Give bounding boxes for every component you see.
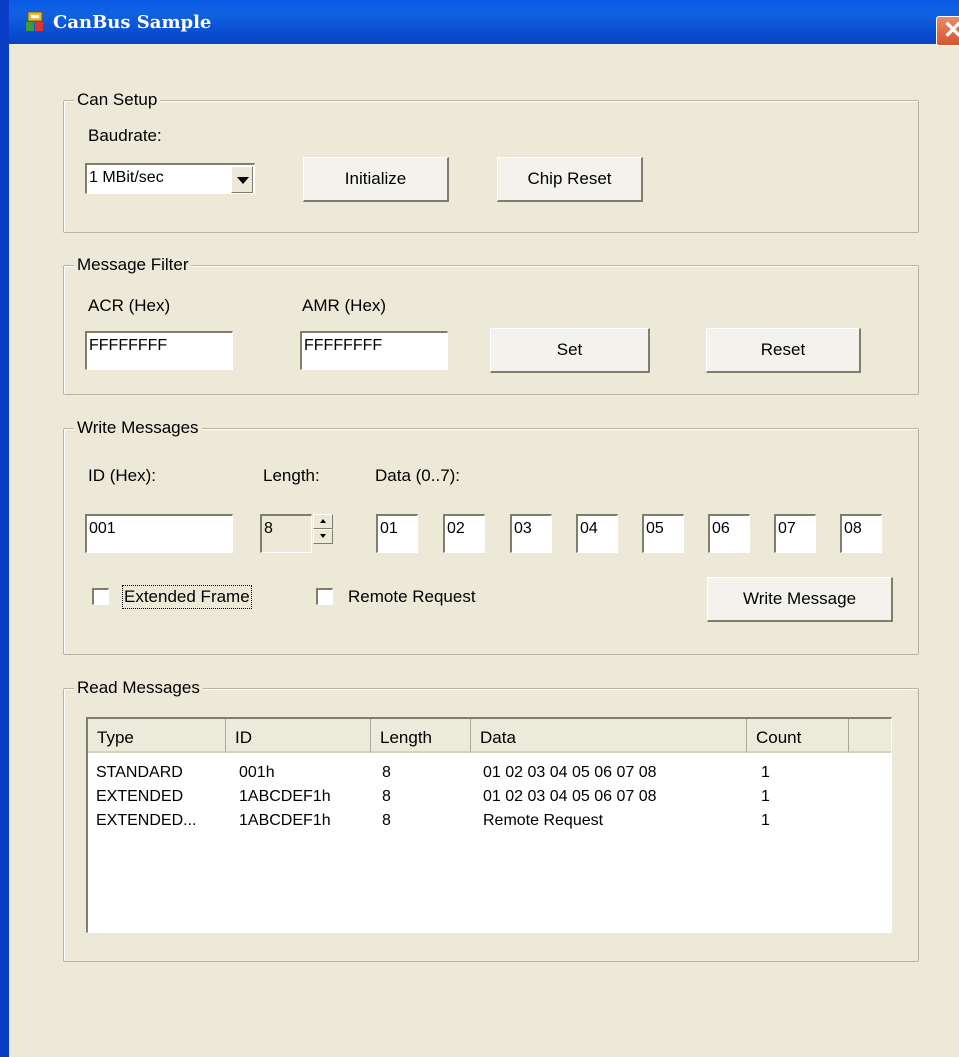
initialize-button[interactable]: Initialize bbox=[303, 157, 449, 202]
title-bar[interactable]: CanBus Sample ✕ bbox=[9, 0, 959, 46]
remote-request-checkbox[interactable] bbox=[316, 588, 333, 605]
data-byte-0[interactable]: 01 bbox=[376, 514, 418, 553]
id-input[interactable]: 001 bbox=[85, 514, 233, 553]
cell-type: EXTENDED bbox=[96, 788, 184, 805]
column-id[interactable]: ID bbox=[226, 719, 371, 753]
spin-down-icon[interactable] bbox=[313, 529, 333, 544]
cell-id: 001h bbox=[239, 764, 275, 781]
data-byte-4[interactable]: 05 bbox=[642, 514, 684, 553]
data-label: Data (0..7): bbox=[375, 466, 461, 485]
acr-label: ACR (Hex) bbox=[88, 296, 171, 315]
cell-count: 1 bbox=[761, 764, 770, 781]
read-messages-legend: Read Messages bbox=[74, 678, 203, 698]
chevron-down-icon[interactable] bbox=[231, 166, 253, 193]
acr-input[interactable]: FFFFFFFF bbox=[85, 331, 233, 370]
baudrate-combobox[interactable]: 1 MBit/sec bbox=[85, 163, 255, 194]
table-row[interactable]: EXTENDED 1ABCDEF1h 8 01 02 03 04 05 06 0… bbox=[88, 788, 891, 812]
length-label: Length: bbox=[263, 466, 320, 485]
cell-type: EXTENDED... bbox=[96, 812, 197, 829]
baudrate-label: Baudrate: bbox=[88, 126, 162, 145]
cell-length: 8 bbox=[382, 812, 391, 829]
amr-label: AMR (Hex) bbox=[302, 296, 387, 315]
message-filter-legend: Message Filter bbox=[74, 255, 192, 275]
window-title: CanBus Sample bbox=[53, 12, 212, 33]
column-data[interactable]: Data bbox=[471, 719, 747, 753]
table-row[interactable]: STANDARD 001h 8 01 02 03 04 05 06 07 08 … bbox=[88, 764, 891, 788]
column-count[interactable]: Count bbox=[747, 719, 849, 753]
data-byte-3[interactable]: 04 bbox=[576, 514, 618, 553]
table-row[interactable]: EXTENDED... 1ABCDEF1h 8 Remote Request 1 bbox=[88, 812, 891, 836]
extended-frame-label[interactable]: Extended Frame bbox=[122, 585, 252, 609]
baudrate-value: 1 MBit/sec bbox=[89, 169, 164, 186]
length-input[interactable]: 8 bbox=[260, 514, 312, 553]
close-button[interactable]: ✕ bbox=[936, 16, 959, 46]
amr-input[interactable]: FFFFFFFF bbox=[300, 331, 448, 370]
cell-id: 1ABCDEF1h bbox=[239, 812, 331, 829]
extended-frame-checkbox[interactable] bbox=[92, 588, 109, 605]
cell-data: 01 02 03 04 05 06 07 08 bbox=[483, 764, 657, 781]
column-type[interactable]: Type bbox=[88, 719, 226, 753]
cell-type: STANDARD bbox=[96, 764, 183, 781]
list-header: Type ID Length Data Count bbox=[88, 719, 891, 753]
column-length[interactable]: Length bbox=[371, 719, 471, 753]
main-window: CanBus Sample ✕ Can Setup Baudrate: 1 MB… bbox=[0, 0, 959, 1057]
can-setup-legend: Can Setup bbox=[74, 90, 161, 110]
spin-up-icon[interactable] bbox=[313, 514, 333, 529]
window-border bbox=[0, 0, 9, 1057]
write-message-button[interactable]: Write Message bbox=[707, 577, 893, 622]
cell-id: 1ABCDEF1h bbox=[239, 788, 331, 805]
cell-length: 8 bbox=[382, 788, 391, 805]
reset-button[interactable]: Reset bbox=[706, 328, 861, 373]
remote-request-label[interactable]: Remote Request bbox=[348, 587, 476, 607]
data-byte-2[interactable]: 03 bbox=[510, 514, 552, 553]
column-filler bbox=[849, 719, 891, 753]
cell-data: 01 02 03 04 05 06 07 08 bbox=[483, 788, 657, 805]
chip-reset-button[interactable]: Chip Reset bbox=[497, 157, 643, 202]
data-byte-1[interactable]: 02 bbox=[443, 514, 485, 553]
cell-length: 8 bbox=[382, 764, 391, 781]
data-byte-6[interactable]: 07 bbox=[774, 514, 816, 553]
write-messages-legend: Write Messages bbox=[74, 418, 202, 438]
app-icon bbox=[26, 12, 43, 31]
cell-data: Remote Request bbox=[483, 812, 604, 829]
data-byte-7[interactable]: 08 bbox=[840, 514, 882, 553]
close-icon: ✕ bbox=[943, 17, 959, 44]
id-label: ID (Hex): bbox=[88, 466, 156, 485]
set-button[interactable]: Set bbox=[490, 328, 650, 373]
cell-count: 1 bbox=[761, 788, 770, 805]
length-stepper[interactable] bbox=[313, 514, 333, 544]
data-byte-5[interactable]: 06 bbox=[708, 514, 750, 553]
cell-count: 1 bbox=[761, 812, 770, 829]
messages-list[interactable]: Type ID Length Data Count STANDARD 001h … bbox=[86, 717, 892, 933]
